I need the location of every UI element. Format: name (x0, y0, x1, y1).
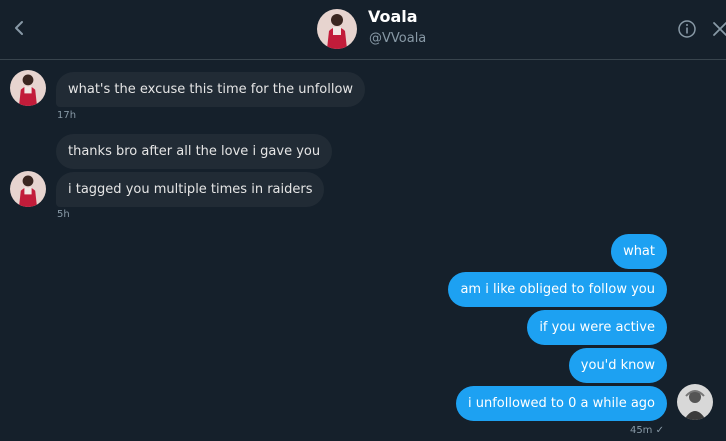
info-icon (678, 20, 696, 38)
my-avatar[interactable] (677, 384, 713, 420)
timestamp-text: 45m (629, 425, 653, 436)
message-bubble[interactable]: you'd know (568, 348, 667, 383)
message-text: what (623, 244, 655, 259)
message-text: i unfollowed to 0 a while ago (467, 396, 655, 411)
contact-handle[interactable]: @VVoala (369, 31, 426, 46)
contact-name[interactable]: Voala (368, 7, 418, 26)
read-check-icon: ✓ (655, 425, 664, 436)
message-timestamp: 5h (57, 209, 70, 220)
message-text: i tagged you multiple times in raiders (68, 182, 313, 197)
sender-avatar[interactable] (10, 171, 46, 207)
back-button[interactable] (8, 14, 30, 42)
info-button[interactable] (678, 20, 696, 38)
sender-avatar[interactable] (10, 70, 46, 106)
message-bubble[interactable]: am i like obliged to follow you (448, 272, 667, 307)
message-timestamp: 17h (57, 110, 77, 121)
message-text: you'd know (580, 358, 655, 373)
message-bubble[interactable]: what's the excuse this time for the unfo… (56, 72, 366, 107)
message-bubble[interactable]: i tagged you multiple times in raiders (56, 172, 325, 207)
message-text: what's the excuse this time for the unfo… (68, 82, 354, 97)
chevron-left-icon (15, 21, 23, 35)
message-bubble[interactable]: thanks bro after all the love i gave you (56, 134, 333, 169)
message-text: thanks bro after all the love i gave you (68, 144, 321, 159)
avatar[interactable] (317, 9, 357, 49)
close-button[interactable] (711, 20, 726, 38)
message-timestamp: 45m ✓ (630, 425, 664, 436)
message-text: if you were active (539, 320, 655, 335)
message-text: am i like obliged to follow you (460, 282, 655, 297)
message-bubble[interactable]: i unfollowed to 0 a while ago (455, 386, 667, 421)
message-bubble[interactable]: if you were active (527, 310, 667, 345)
close-icon (713, 22, 726, 36)
conversation-header: Voala @VVoala (0, 0, 726, 60)
message-bubble[interactable]: what (611, 234, 667, 269)
